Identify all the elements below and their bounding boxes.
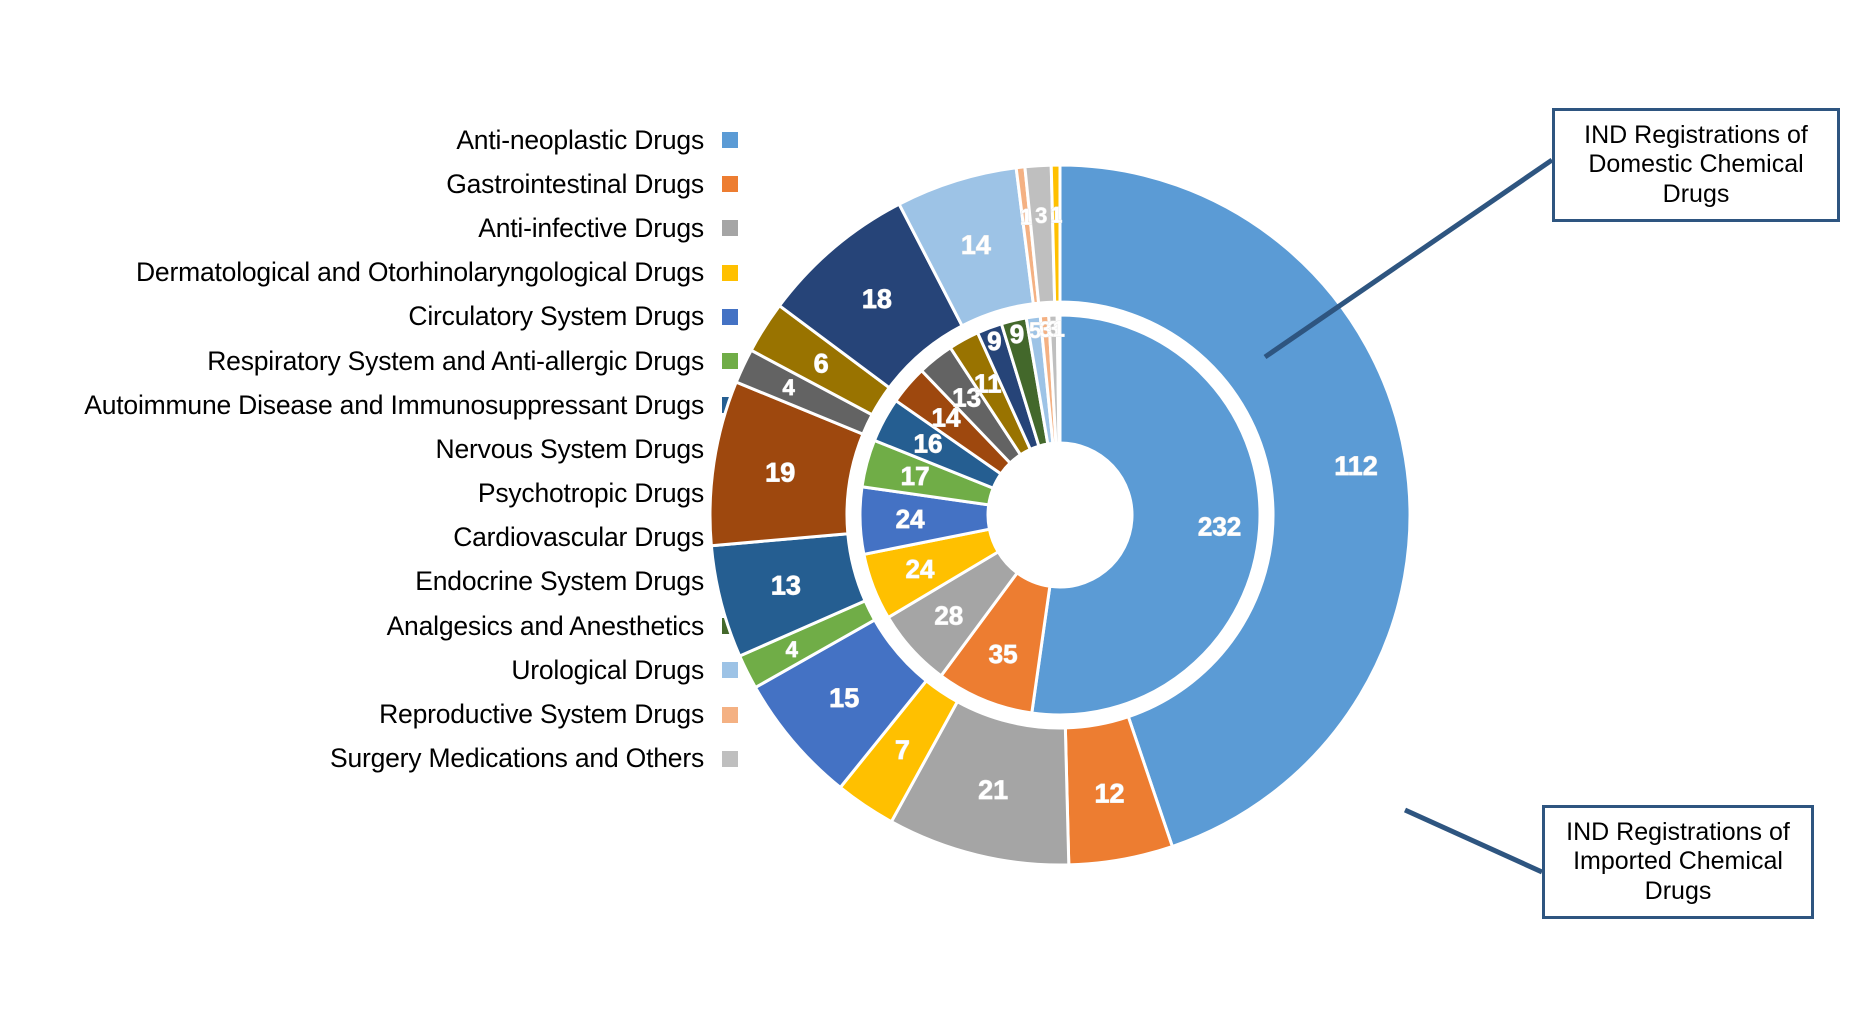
slice-value-label: 21 (978, 775, 1008, 805)
slice-value-label: 35 (989, 639, 1018, 669)
legend-item[interactable]: Reproductive System Drugs (0, 692, 760, 736)
legend-item[interactable]: Circulatory System Drugs (0, 295, 760, 339)
legend-item-label: Surgery Medications and Others (329, 743, 704, 774)
slice-value-label: 4 (786, 637, 799, 662)
slice-value-label: 9 (987, 326, 1001, 356)
legend-item-label: Autoimmune Disease and Immunosuppressant… (84, 389, 704, 420)
donut-ring-imported (708, 163, 1412, 867)
legend-item[interactable]: Urological Drugs (0, 648, 760, 692)
slice-value-label: 7 (895, 735, 910, 765)
legend-item[interactable]: Endocrine System Drugs (0, 560, 760, 604)
slice-value-label: 9 (1010, 319, 1024, 349)
legend-item[interactable]: Anti-infective Drugs (0, 206, 760, 250)
slice-value-label: 13 (771, 570, 801, 600)
slice-value-label: 18 (862, 284, 892, 314)
slice-value-label: 112 (1334, 451, 1378, 481)
slice-value-label: 17 (901, 461, 930, 491)
slice-value-label: 19 (765, 458, 795, 488)
slice-value-label: 1 (1020, 204, 1032, 229)
donut-svg: 2323528242417161413119 9 53311121221715413… (708, 163, 1412, 867)
legend-item-label: Respiratory System and Anti-allergic Dru… (207, 345, 704, 376)
legend-item[interactable]: Gastrointestinal Drugs (0, 162, 760, 206)
slice-value-label: 15 (829, 683, 859, 713)
legend-item[interactable]: Analgesics and Anesthetics (0, 604, 760, 648)
legend-item-label: Reproductive System Drugs (379, 699, 704, 730)
slice-value-label: 24 (896, 504, 925, 534)
legend-item[interactable]: Dermatological and Otorhinolaryngologica… (0, 251, 760, 295)
slice-value-label: 1 (1053, 317, 1065, 342)
slice-value-label: 232 (1198, 511, 1241, 541)
slice-value-label: 4 (782, 375, 795, 400)
legend-item[interactable]: Psychotropic Drugs (0, 472, 760, 516)
slice-value-label: 16 (914, 429, 943, 459)
slice-value-label: 1 (1050, 203, 1062, 228)
legend-item[interactable]: Anti-neoplastic Drugs (0, 118, 760, 162)
chart-legend: Anti-neoplastic Drugs Gastrointestinal Dr… (0, 118, 760, 781)
legend-item-label: Dermatological and Otorhinolaryngologica… (135, 257, 704, 288)
legend-item[interactable]: Surgery Medications and Others (0, 737, 760, 781)
slice-value-label: 6 (814, 348, 829, 378)
legend-item-label: Analgesics and Anesthetics (386, 610, 705, 641)
slice-value-label: 28 (934, 601, 963, 631)
nested-donut-chart: 232 35 28 24 24 17 16 14 13 11 9 9 5 3 3 1 112 12 21 7 15 4 13… (660, 80, 1460, 950)
callout-imported-chemical-drugs: IND Registrations of Imported Chemical D… (1542, 805, 1814, 919)
legend-item[interactable]: Respiratory System and Anti-allergic Dru… (0, 339, 760, 383)
slice-value-label: 11 (974, 369, 1002, 399)
legend-item[interactable]: Autoimmune Disease and Immunosuppressant… (0, 383, 760, 427)
slice-value-label: 14 (961, 230, 991, 260)
slice-value-label: 24 (906, 554, 935, 584)
chart-page: Anti-neoplastic Drugs Gastrointestinal Dr… (0, 0, 1860, 1026)
legend-item[interactable]: Cardiovascular Drugs (0, 516, 760, 560)
callout-domestic-chemical-drugs: IND Registrations of Domestic Chemical D… (1552, 108, 1840, 222)
slice-value-label: 12 (1094, 779, 1124, 809)
legend-item[interactable]: Nervous System Drugs (0, 427, 760, 471)
slice-value-label: 3 (1035, 203, 1047, 228)
